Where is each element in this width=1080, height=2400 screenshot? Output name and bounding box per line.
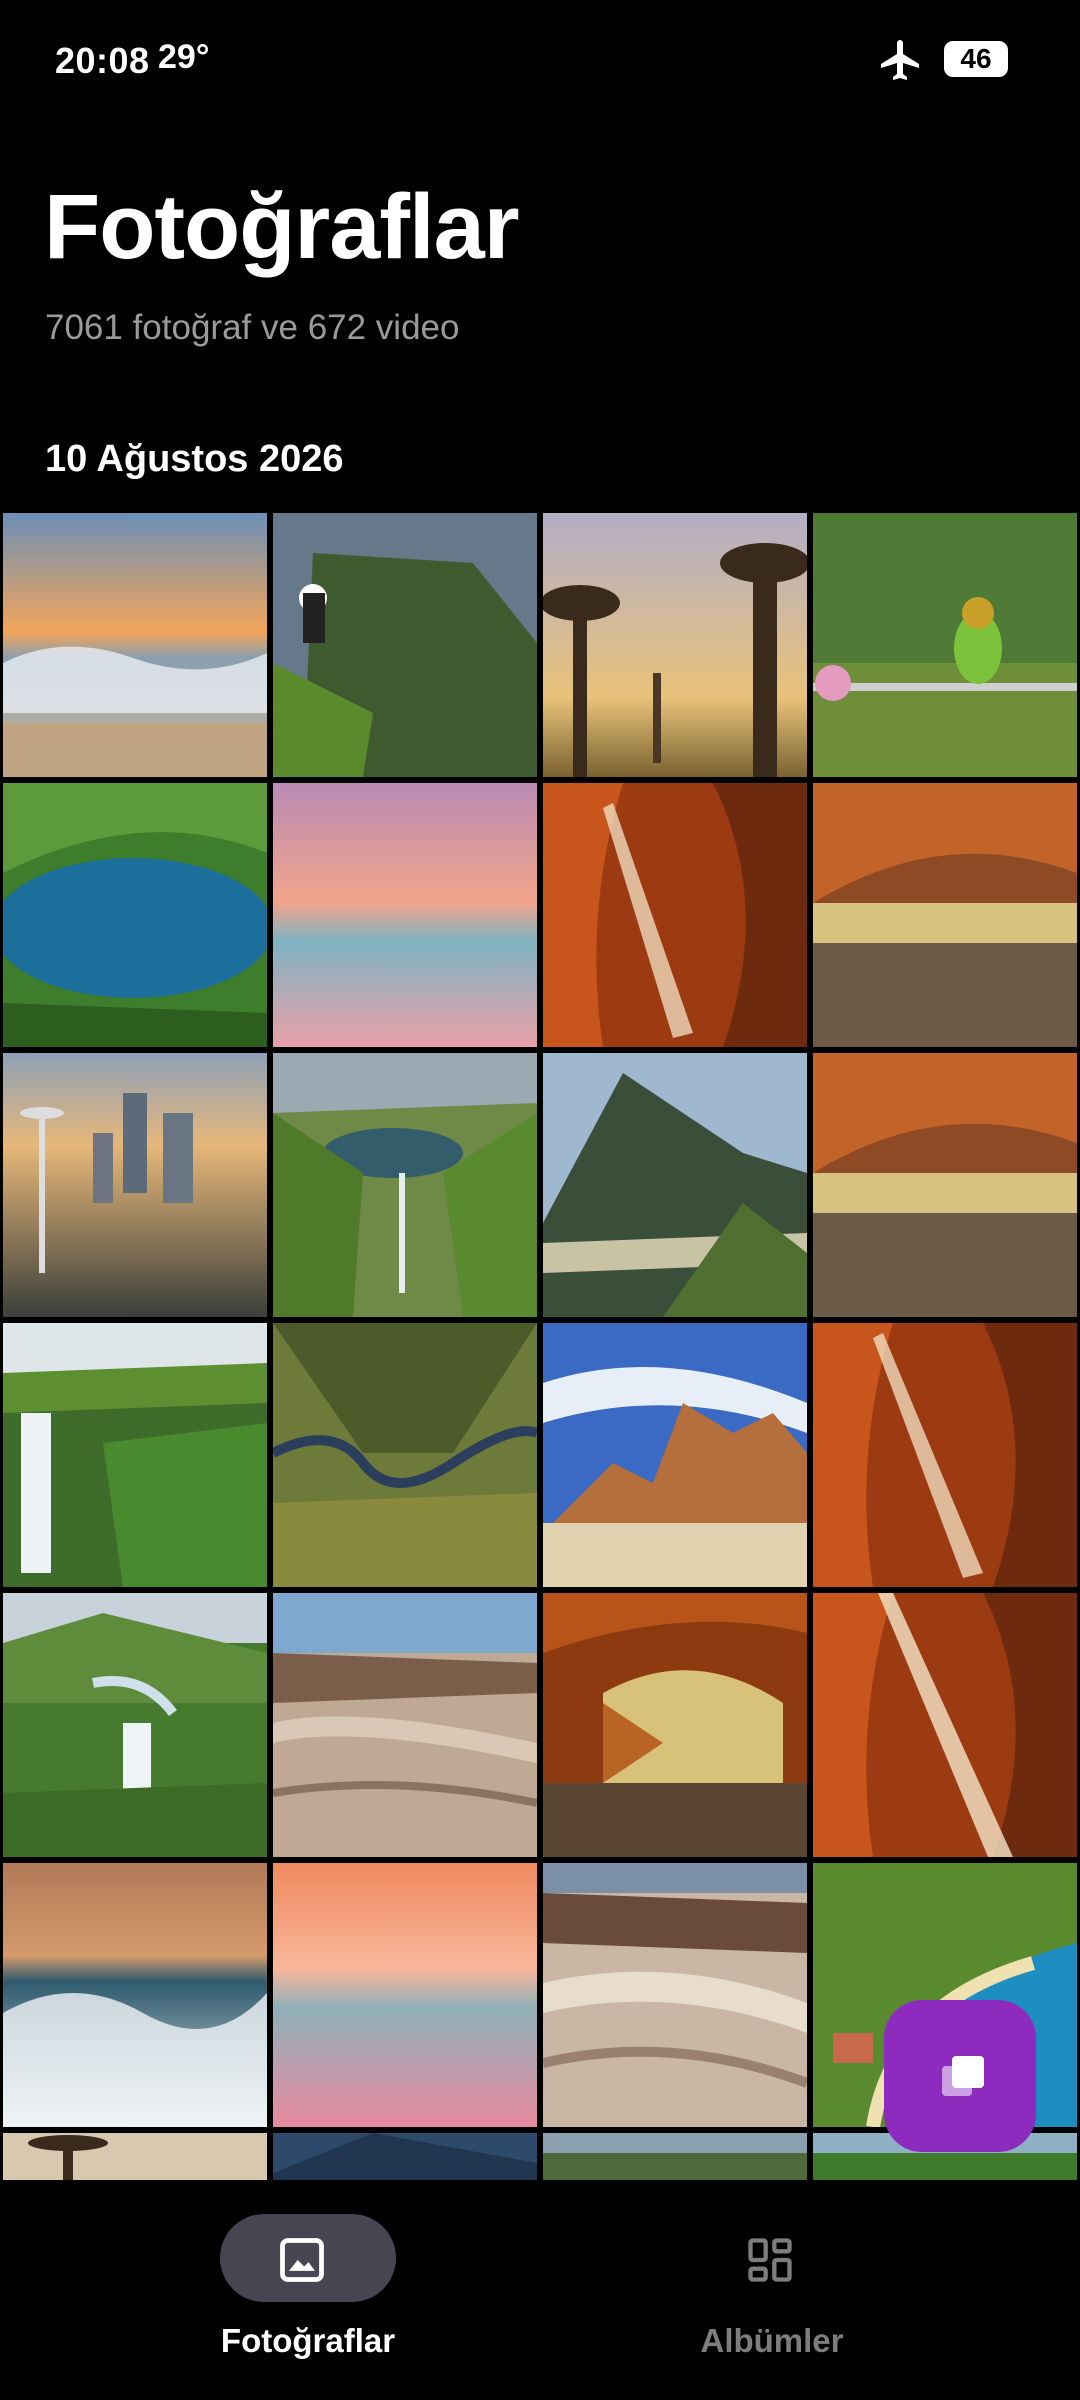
photo-thumbnail[interactable] [3, 1053, 267, 1317]
image-icon [280, 2238, 324, 2282]
photo-grid [3, 513, 1078, 2180]
nav-item-albums[interactable]: Albümler [602, 2212, 942, 2362]
photo-thumbnail[interactable] [273, 1593, 537, 1857]
photo-thumbnail[interactable] [273, 2133, 537, 2180]
select-photos-fab[interactable] [884, 2000, 1036, 2152]
photo-thumbnail[interactable] [3, 783, 267, 1047]
photo-thumbnail[interactable] [813, 783, 1077, 1047]
photo-thumbnail[interactable] [3, 1323, 267, 1587]
photo-count-subtitle: 7061 fotoğraf ve 672 video [45, 308, 460, 347]
photo-thumbnail[interactable] [813, 1323, 1077, 1587]
status-time: 20:08 [55, 40, 150, 81]
photo-thumbnail[interactable] [273, 1053, 537, 1317]
photo-thumbnail[interactable] [273, 1863, 537, 2127]
airplane-icon [881, 40, 919, 80]
photo-thumbnail[interactable] [543, 1593, 807, 1857]
photo-thumbnail[interactable] [813, 1593, 1077, 1857]
photo-thumbnail[interactable] [3, 1593, 267, 1857]
photo-thumbnail[interactable] [543, 1863, 807, 2127]
battery-indicator: 46 [944, 41, 1008, 77]
page-title: Fotoğraflar [44, 176, 520, 278]
date-section-header: 10 Ağustos 2026 [45, 438, 344, 480]
photo-thumbnail[interactable] [543, 1053, 807, 1317]
status-bar: 20:08 29° 46 [0, 0, 1080, 120]
photo-thumbnail[interactable] [3, 2133, 267, 2180]
photo-thumbnail[interactable] [273, 1323, 537, 1587]
photo-thumbnail[interactable] [273, 513, 537, 777]
photo-thumbnail[interactable] [813, 1053, 1077, 1317]
nav-label-albums: Albümler [700, 2322, 844, 2359]
stacked-squares-icon-front [952, 2056, 984, 2088]
photo-thumbnail[interactable] [543, 1323, 807, 1587]
status-temperature: 29° [158, 38, 210, 76]
photo-thumbnail[interactable] [273, 783, 537, 1047]
photo-thumbnail[interactable] [813, 513, 1077, 777]
albums-grid-icon [748, 2238, 792, 2282]
photo-thumbnail[interactable] [543, 2133, 807, 2180]
nav-label-photos: Fotoğraflar [220, 2322, 396, 2359]
photo-thumbnail[interactable] [543, 783, 807, 1047]
photo-thumbnail[interactable] [543, 513, 807, 777]
bottom-navigation: Fotoğraflar Albümler [0, 2180, 1080, 2400]
nav-item-photos[interactable]: Fotoğraflar [138, 2212, 478, 2362]
photo-thumbnail[interactable] [3, 1863, 267, 2127]
photo-thumbnail[interactable] [3, 513, 267, 777]
